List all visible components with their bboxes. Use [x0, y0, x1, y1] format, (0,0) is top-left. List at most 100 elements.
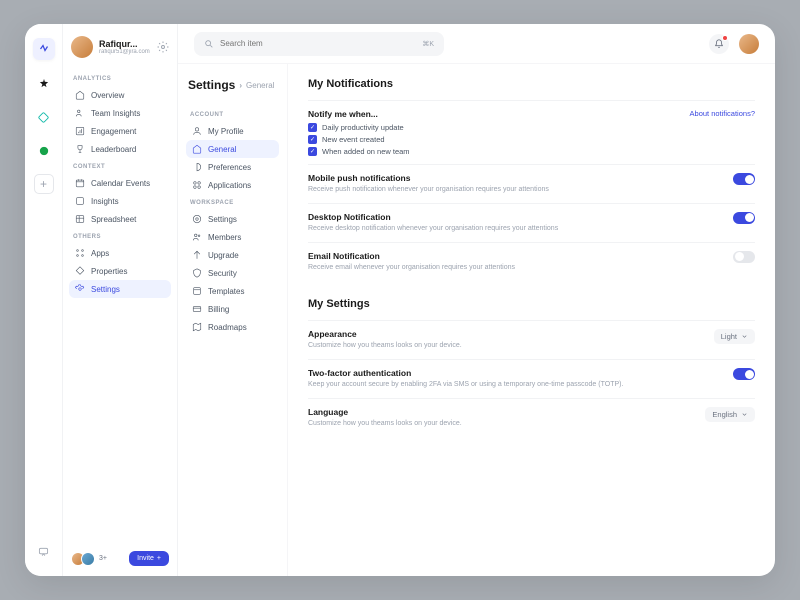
rail-chat[interactable]	[33, 540, 55, 562]
nav-apps[interactable]: Apps	[69, 244, 171, 262]
subnav-members[interactable]: Members	[186, 228, 279, 246]
nav-properties[interactable]: Properties	[69, 262, 171, 280]
subnav-upgrade[interactable]: Upgrade	[186, 246, 279, 264]
rail-app-2[interactable]	[33, 72, 55, 94]
user-name: Rafiqur...	[99, 39, 151, 49]
subnav-templates[interactable]: Templates	[186, 282, 279, 300]
invite-button[interactable]: Invite+	[129, 551, 169, 566]
language-select[interactable]: English	[705, 407, 755, 422]
bulb-icon	[75, 196, 85, 206]
trophy-icon	[75, 144, 85, 154]
notification-badge	[722, 35, 728, 41]
email-notif-row: Email Notification Receive email wheneve…	[308, 242, 755, 281]
map-icon	[192, 322, 202, 332]
check-daily[interactable]: ✓Daily productivity update	[308, 123, 690, 132]
nav-settings[interactable]: Settings	[69, 280, 171, 298]
subnav-applications[interactable]: Applications	[186, 176, 279, 194]
notifications-title: My Notifications	[308, 78, 755, 90]
avatar	[71, 36, 93, 58]
gear-icon[interactable]	[157, 41, 169, 53]
tag-icon	[75, 266, 85, 276]
topbar: ⌘K	[178, 24, 775, 64]
sidebar-footer: 3+ Invite+	[69, 551, 171, 566]
upgrade-icon	[192, 250, 202, 260]
shield-icon	[192, 268, 202, 278]
template-icon	[192, 286, 202, 296]
appearance-row: Appearance Customize how you theams look…	[308, 320, 755, 359]
search-icon	[204, 39, 214, 49]
subnav-my-profile[interactable]: My Profile	[186, 122, 279, 140]
main: ⌘K Settings › General Account My Profile	[178, 24, 775, 576]
grid-icon	[75, 248, 85, 258]
rail-app-1[interactable]	[33, 38, 55, 60]
twofa-toggle[interactable]	[733, 368, 755, 380]
subnav-workspace-label: Workspace	[186, 194, 279, 210]
section-analytics: Analytics	[69, 70, 171, 86]
app-rail: +	[25, 24, 63, 576]
appearance-select[interactable]: Light	[714, 329, 755, 344]
subnav-account-label: Account	[186, 106, 279, 122]
chart-icon	[75, 126, 85, 136]
email-notif-toggle[interactable]	[733, 251, 755, 263]
check-icon: ✓	[308, 147, 317, 156]
nav-overview[interactable]: Overview	[69, 86, 171, 104]
chevron-right-icon: ›	[239, 81, 242, 90]
settings-subnav: Settings › General Account My Profile Ge…	[178, 64, 288, 576]
user-email: rafiqur51@jira.com	[99, 49, 151, 55]
settings-title: My Settings	[308, 298, 755, 310]
section-others: Others	[69, 228, 171, 244]
breadcrumb: Settings › General	[186, 78, 279, 92]
subnav-security[interactable]: Security	[186, 264, 279, 282]
notifications-bell[interactable]	[709, 34, 729, 54]
check-event[interactable]: ✓New event created	[308, 135, 690, 144]
subnav-general[interactable]: General	[186, 140, 279, 158]
billing-icon	[192, 304, 202, 314]
subnav-roadmaps[interactable]: Roadmaps	[186, 318, 279, 336]
subnav-billing[interactable]: Billing	[186, 300, 279, 318]
section-context: Context	[69, 158, 171, 174]
notify-when-header: Notify me when...	[308, 109, 690, 119]
notify-when-row: Notify me when... ✓Daily productivity up…	[308, 100, 755, 164]
avatar-stack[interactable]: 3+	[71, 552, 107, 566]
app-window: + Rafiqur... rafiqur51@jira.com Analytic…	[25, 24, 775, 576]
home-icon	[75, 90, 85, 100]
check-team[interactable]: ✓When added on new team	[308, 147, 690, 156]
about-notifications-link[interactable]: About notifications?	[690, 109, 755, 118]
chevron-down-icon	[741, 411, 748, 418]
check-icon: ✓	[308, 123, 317, 132]
members-icon	[192, 232, 202, 242]
users-icon	[75, 108, 85, 118]
search-box[interactable]: ⌘K	[194, 32, 444, 56]
rail-app-3[interactable]	[33, 106, 55, 128]
nav-engagement[interactable]: Engagement	[69, 122, 171, 140]
desktop-notif-toggle[interactable]	[733, 212, 755, 224]
user-profile[interactable]: Rafiqur... rafiqur51@jira.com	[69, 36, 171, 58]
desktop-notif-row: Desktop Notification Receive desktop not…	[308, 203, 755, 242]
home-icon	[192, 144, 202, 154]
calendar-icon	[75, 178, 85, 188]
rail-app-4[interactable]	[33, 140, 55, 162]
settings-icon	[75, 284, 85, 294]
cog-icon	[192, 214, 202, 224]
nav-calendar[interactable]: Calendar Events	[69, 174, 171, 192]
top-avatar[interactable]	[739, 34, 759, 54]
chevron-down-icon	[741, 333, 748, 340]
mobile-push-toggle[interactable]	[733, 173, 755, 185]
sidebar: Rafiqur... rafiqur51@jira.com Analytics …	[63, 24, 178, 576]
twofa-row: Two-factor authentication Keep your acco…	[308, 359, 755, 398]
check-icon: ✓	[308, 135, 317, 144]
language-row: Language Customize how you theams looks …	[308, 398, 755, 437]
table-icon	[75, 214, 85, 224]
settings-panel: My Notifications Notify me when... ✓Dail…	[288, 64, 775, 576]
nav-leaderboard[interactable]: Leaderboard	[69, 140, 171, 158]
rail-add[interactable]: +	[34, 174, 54, 194]
nav-spreadsheet[interactable]: Spreadsheet	[69, 210, 171, 228]
leaf-icon	[192, 162, 202, 172]
user-icon	[192, 126, 202, 136]
subnav-settings[interactable]: Settings	[186, 210, 279, 228]
search-input[interactable]	[220, 39, 416, 48]
nav-insights[interactable]: Insights	[69, 192, 171, 210]
subnav-preferences[interactable]: Preferences	[186, 158, 279, 176]
nav-team-insights[interactable]: Team Insights	[69, 104, 171, 122]
mobile-push-row: Mobile push notifications Receive push n…	[308, 164, 755, 203]
